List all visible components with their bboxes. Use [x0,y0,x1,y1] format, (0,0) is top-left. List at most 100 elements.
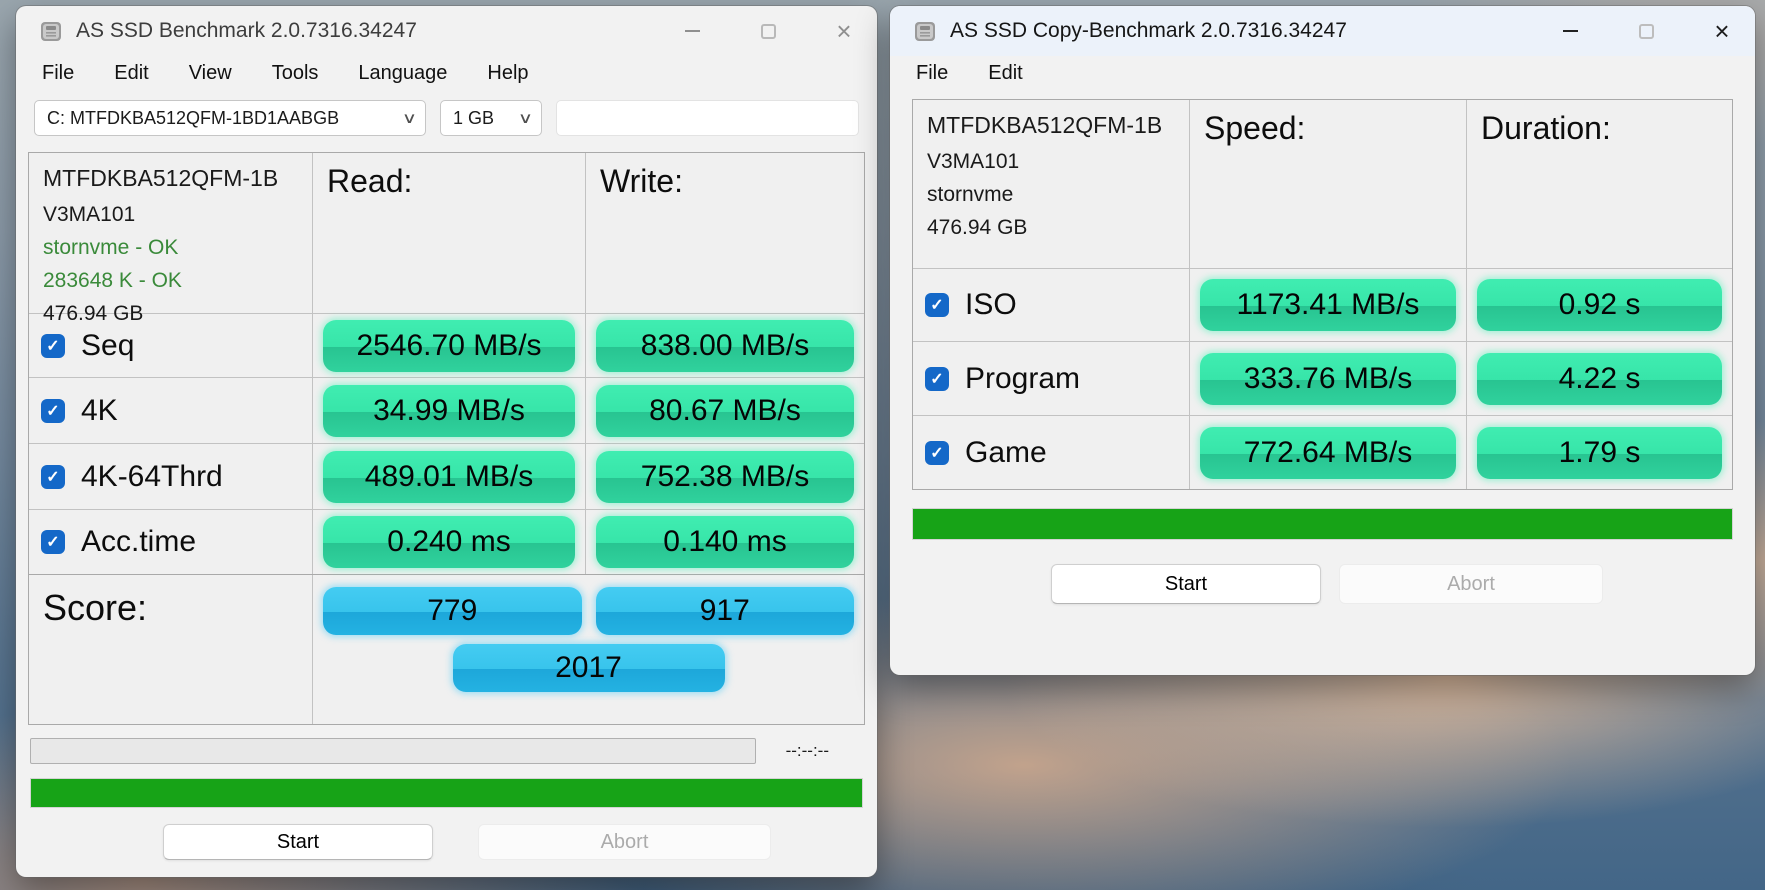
benchmark-table: MTFDKBA512QFM-1B V3MA101 stornvme - OK 2… [28,152,865,725]
row-label: Acc.time [81,525,197,558]
close-icon: × [836,16,852,46]
menu-edit[interactable]: Edit [114,62,148,85]
game-speed-result: 772.64 MB/s [1200,426,1456,479]
drive-info-cell: MTFDKBA512QFM-1B V3MA101 stornvme 476.94… [913,100,1189,268]
menu-file[interactable]: File [42,62,74,85]
minimize-icon [684,30,700,32]
copy-benchmark-table: MTFDKBA512QFM-1B V3MA101 stornvme 476.94… [912,99,1733,490]
button-row: Start Abort [890,564,1755,604]
test-size-value: 1 GB [453,107,495,128]
row-label: 4K-64Thrd [81,459,223,493]
duration-column-header: Duration: [1466,100,1732,268]
menu-file[interactable]: File [916,62,948,85]
abort-button[interactable]: Abort [478,824,771,860]
table-header-row: MTFDKBA512QFM-1B V3MA101 stornvme - OK 2… [29,153,864,335]
close-button[interactable]: × [1699,13,1745,49]
overall-progress-bar [30,778,863,808]
minimize-button[interactable] [1547,13,1593,49]
seq-read-result: 2546.70 MB/s [323,319,575,372]
check-icon: ✓ [930,297,944,314]
check-icon: ✓ [46,402,60,420]
app-icon [915,22,935,41]
check-icon: ✓ [46,468,60,486]
start-button[interactable]: Start [163,824,433,860]
drive-firmware: V3MA101 [927,150,1020,173]
acctime-read-result: 0.240 ms [323,516,575,568]
maximize-button[interactable] [745,13,791,49]
window-title: AS SSD Benchmark 2.0.7316.34247 [76,19,417,42]
program-duration-result: 4.22 s [1477,352,1722,405]
chevron-down-icon: ∨ [401,110,418,127]
score-label: Score: [43,587,148,628]
table-row-4k64: ✓ 4K-64Thrd 489.01 MB/s 752.38 MB/s [29,443,864,509]
drive-select[interactable]: C: MTFDKBA512QFM-1BD1AABGB ∨ [34,100,426,136]
drive-model: MTFDKBA512QFM-1B [43,165,279,191]
offset-status: 283648 K - OK [43,269,182,292]
4k64-checkbox[interactable]: ✓ [41,464,65,489]
table-row-seq: ✓ Seq 2546.70 MB/s 838.00 MB/s [29,313,864,377]
menu-edit[interactable]: Edit [988,62,1022,85]
drive-capacity: 476.94 GB [927,216,1028,239]
table-row-4k: ✓ 4K 34.99 MB/s 80.67 MB/s [29,377,864,443]
row-label: Game [965,435,1047,469]
driver-status: stornvme - OK [43,236,179,259]
minimize-button[interactable] [669,13,715,49]
start-button[interactable]: Start [1051,564,1321,604]
drive-select-value: C: MTFDKBA512QFM-1BD1AABGB [47,107,340,128]
row-label: Program [965,361,1081,395]
acctime-write-result: 0.140 ms [596,516,854,568]
benchmark-window: AS SSD Benchmark 2.0.7316.34247 × File E… [16,6,877,877]
row-label: ISO [965,288,1017,321]
minimize-icon [1562,30,1578,32]
menu-bar: File Edit [890,56,1755,90]
app-icon [41,22,61,41]
4k-checkbox[interactable]: ✓ [41,398,65,423]
score-area: 779 917 2017 [312,575,864,724]
drive-model: MTFDKBA512QFM-1B [927,112,1163,138]
chevron-down-icon: ∨ [517,110,534,127]
program-checkbox[interactable]: ✓ [925,366,949,391]
menu-help[interactable]: Help [487,62,528,85]
close-button[interactable]: × [821,13,867,49]
empty-textbox [556,100,859,136]
program-speed-result: 333.76 MB/s [1200,352,1456,405]
check-icon: ✓ [46,534,60,551]
drive-driver: stornvme [927,183,1014,206]
abort-button[interactable]: Abort [1339,564,1603,604]
seq-checkbox[interactable]: ✓ [41,333,65,358]
score-total-badge: 2017 [452,644,725,692]
table-row-acctime: ✓ Acc.time 0.240 ms 0.140 ms [29,509,864,574]
table-row-game: ✓ Game 772.64 MB/s 1.79 s [913,415,1732,489]
menu-view[interactable]: View [189,62,232,85]
menu-bar: File Edit View Tools Language Help [16,56,877,90]
iso-checkbox[interactable]: ✓ [925,293,949,317]
table-row-iso: ✓ ISO 1173.41 MB/s 0.92 s [913,268,1732,341]
test-size-select[interactable]: 1 GB ∨ [440,100,542,136]
row-label: 4K [81,393,118,427]
4k-read-result: 34.99 MB/s [323,384,575,437]
maximize-icon [1638,23,1654,39]
titlebar[interactable]: AS SSD Copy-Benchmark 2.0.7316.34247 × [890,6,1755,56]
4k64-write-result: 752.38 MB/s [596,450,854,503]
menu-language[interactable]: Language [358,62,447,85]
table-header-row: MTFDKBA512QFM-1B V3MA101 stornvme 476.94… [913,100,1732,268]
elapsed-time: --:--:-- [785,741,829,760]
table-row-program: ✓ Program 333.76 MB/s 4.22 s [913,341,1732,415]
speed-column-header: Speed: [1189,100,1466,268]
menu-tools[interactable]: Tools [272,62,319,85]
seq-write-result: 838.00 MB/s [596,319,854,372]
row-label: Seq [81,328,135,362]
maximize-button[interactable] [1623,13,1669,49]
titlebar[interactable]: AS SSD Benchmark 2.0.7316.34247 × [16,6,877,56]
drive-info-cell: MTFDKBA512QFM-1B V3MA101 stornvme - OK 2… [29,153,312,335]
4k-write-result: 80.67 MB/s [596,384,854,437]
drive-firmware: V3MA101 [43,203,136,226]
iso-speed-result: 1173.41 MB/s [1200,279,1456,331]
check-icon: ✓ [46,337,60,355]
overall-progress-bar [912,508,1733,540]
acctime-checkbox[interactable]: ✓ [41,530,65,554]
window-controls: × [1517,13,1745,49]
iso-duration-result: 0.92 s [1477,279,1722,331]
game-checkbox[interactable]: ✓ [925,440,949,465]
window-title: AS SSD Copy-Benchmark 2.0.7316.34247 [950,19,1347,42]
